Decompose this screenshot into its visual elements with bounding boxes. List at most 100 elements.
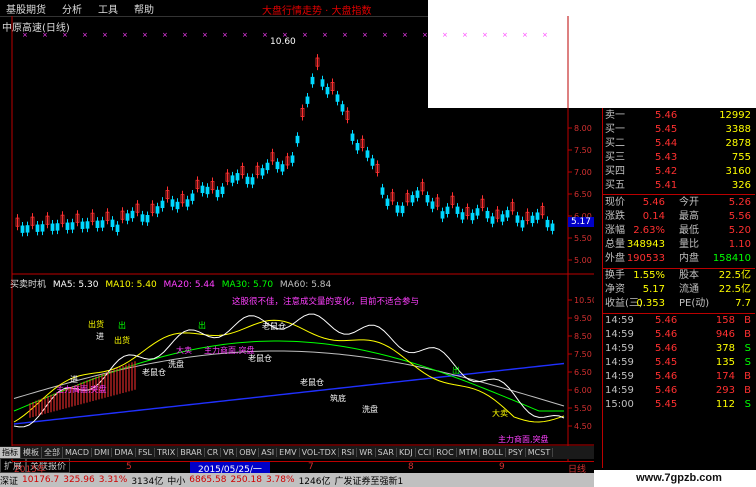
tab-brar[interactable]: BRAR [178,448,206,457]
quote-fin-value: 22.5亿 [718,284,751,295]
price-axis-label: 7.50 [574,146,592,155]
tab-dmi[interactable]: DMI [92,448,113,457]
candle-body [160,200,165,209]
quote-level-volume: 326 [731,180,751,191]
candle-body [520,220,525,228]
quote-level-price: 5.46 [655,110,678,121]
candle-body [125,213,130,221]
x-axis-label: 9 [499,462,505,472]
marker-x: × [202,31,208,39]
tab-全部[interactable]: 全部 [42,447,63,458]
tab-trix[interactable]: TRIX [155,448,179,457]
tick-side: B [744,315,751,326]
tab-obv[interactable]: OBV [237,448,260,457]
tab-vol-tdx[interactable]: VOL-TDX [300,448,340,457]
quote-separator [603,268,755,269]
quote-fin-row: 净资 5.17 流通 22.5亿 [603,284,755,296]
candle-body [260,168,265,176]
window-title: 大盘行情走势 · 大盘指数 [262,6,372,17]
tab-模板[interactable]: 模板 [21,447,42,458]
tick-row: 14:59 5.46 378 S [603,343,755,355]
tick-time: 14:59 [605,329,634,340]
tab-rsi[interactable]: RSI [339,448,358,457]
tick-price: 5.46 [655,385,678,396]
tab-kdj[interactable]: KDJ [397,448,416,457]
status-item: 6865.58 [189,475,227,485]
candle-body [320,79,325,87]
price-axis-label: 5.50 [574,234,592,243]
quote-level-price: 5.42 [655,166,678,177]
kline-chart[interactable]: × × × × × × × × × × × × × × × × × × × × × × × × × × ×8.007.507.006… [0,16,594,461]
tab-roc[interactable]: ROC [434,448,457,457]
quote-level-row: 买二 5.44 2878 [603,138,755,150]
indicator-axis-label: 6.50 [574,368,592,377]
candle-body [355,143,360,151]
ma5-label: MA5: 5.30 [52,280,99,290]
marker-x: × [182,31,188,39]
quote-stat-label: 最低 [679,225,699,236]
x-axis-label: 8 [408,462,414,472]
candle-body [110,219,115,227]
quote-fin-label: 流通 [679,284,699,295]
signal-label: 出货 [114,335,130,345]
tick-volume: 112 [715,399,735,410]
ma60-label: MA60: 5.84 [279,280,332,290]
tab-指标[interactable]: 指标 [0,447,21,458]
status-item: 325.96 [63,475,95,485]
candle-body [535,212,540,220]
watermark: www.7gpzb.com [636,472,722,484]
quote-level-label: 买一 [605,124,625,135]
tab-asi[interactable]: ASI [259,448,278,457]
quote-fin-value: 0.353 [636,298,665,309]
tick-price: 5.46 [655,371,678,382]
menu-item-3[interactable]: 帮助 [134,1,154,16]
candle-body [200,185,205,194]
quote-level-label: 买二 [605,138,625,149]
candle-body [290,155,295,163]
candle-body [380,187,385,195]
quote-stat-value: 348943 [626,239,665,250]
tab-cci[interactable]: CCI [416,448,435,457]
tab-mcst[interactable]: MCST [526,448,554,457]
tick-side: B [744,371,751,382]
menu-item-2[interactable]: 工具 [98,1,118,16]
tab-dma[interactable]: DMA [112,448,136,457]
x-axis-label: 7 [308,462,314,472]
quote-stat-value: 0.14 [642,211,665,222]
quote-stat-value: 1.10 [728,239,751,250]
quote-level-price: 5.45 [655,124,678,135]
tick-row: 15:00 5.45 112 S [603,399,755,411]
tab-fsl[interactable]: FSL [136,448,155,457]
tab-sar[interactable]: SAR [376,448,397,457]
tab-psy[interactable]: PSY [506,448,526,457]
quote-stat-value: 5.26 [728,197,751,208]
marker-x: × [462,31,468,39]
marker-x: × [402,31,408,39]
candle-body [220,186,225,195]
menu-item-0[interactable]: 基股期货 [6,1,46,16]
candle-body [350,133,355,141]
quote-fin-row: 换手 1.55% 股本 22.5亿 [603,270,755,282]
menu-item-1[interactable]: 分析 [62,1,82,16]
tab-vr[interactable]: VR [221,448,238,457]
tab-mtm[interactable]: MTM [457,448,481,457]
tick-row: 14:59 5.46 158 B [603,315,755,327]
signal-label: 进 [70,375,78,384]
tab-cr[interactable]: CR [205,448,222,457]
stock-name: 中原高速(日线) [2,23,70,34]
signal-label: 大卖 [492,408,508,418]
tick-side: S [744,343,751,354]
marker-x: × [342,31,348,39]
tab-wr[interactable]: WR [357,448,376,457]
quote-stat-row: 涨跌 0.14 最高 5.56 [603,211,755,223]
tick-row: 14:59 5.46 946 B [603,329,755,341]
current-price-tag: 5.17 [568,217,594,227]
tab-emv[interactable]: EMV [277,448,300,457]
quote-level-label: 卖一 [605,110,625,121]
tab-macd[interactable]: MACD [63,448,92,457]
candle-body [40,224,45,232]
tab-boll[interactable]: BOLL [480,448,506,457]
candle-body [415,190,420,198]
signal-label: 老鼠仓 [262,321,286,331]
signal-label: 出 [118,320,126,330]
